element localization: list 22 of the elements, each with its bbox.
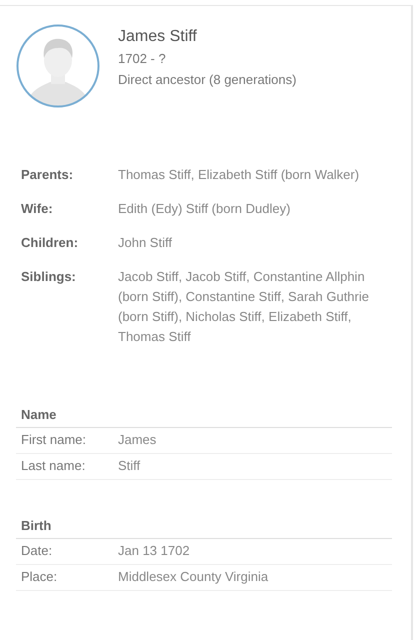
field-label: Last name: xyxy=(21,457,86,475)
person-name: James Stiff xyxy=(118,27,198,47)
field-label: Place: xyxy=(21,568,58,586)
field-value: Jan 13 1702 xyxy=(118,542,190,560)
relation-value: Jacob Stiff, Jacob Stiff, Constantine Allphin (born Stiff), Constantine Stiff, Sarah Guthrie (born Stiff), Nicholas Stiff, Elizabeth Stiff, Thomas Stiff xyxy=(118,268,370,346)
field-label: Date: xyxy=(21,542,54,560)
relation-label: Children: xyxy=(21,234,80,252)
section-title: Name xyxy=(16,407,392,428)
relation-value: Thomas Stiff, Elizabeth Stiff (born Walker) xyxy=(118,166,360,184)
relationship-text: Direct ancestor (8 generations) xyxy=(118,71,296,89)
relation-value: Edith (Edy) Stiff (born Dudley) xyxy=(118,200,290,218)
relation-value: John Stiff xyxy=(118,234,172,252)
relation-label: Siblings: xyxy=(21,268,77,286)
lifespan: 1702 - ? xyxy=(118,50,167,68)
section-title: Birth xyxy=(16,518,392,539)
relation-label: Wife: xyxy=(21,200,54,218)
field-value: Stiff xyxy=(118,457,140,475)
field-value: James xyxy=(118,431,156,449)
avatar-icon xyxy=(16,24,100,108)
field-label: First name: xyxy=(21,431,88,449)
relation-label: Parents: xyxy=(21,166,74,184)
field-value: Middlesex County Virginia xyxy=(118,568,268,586)
